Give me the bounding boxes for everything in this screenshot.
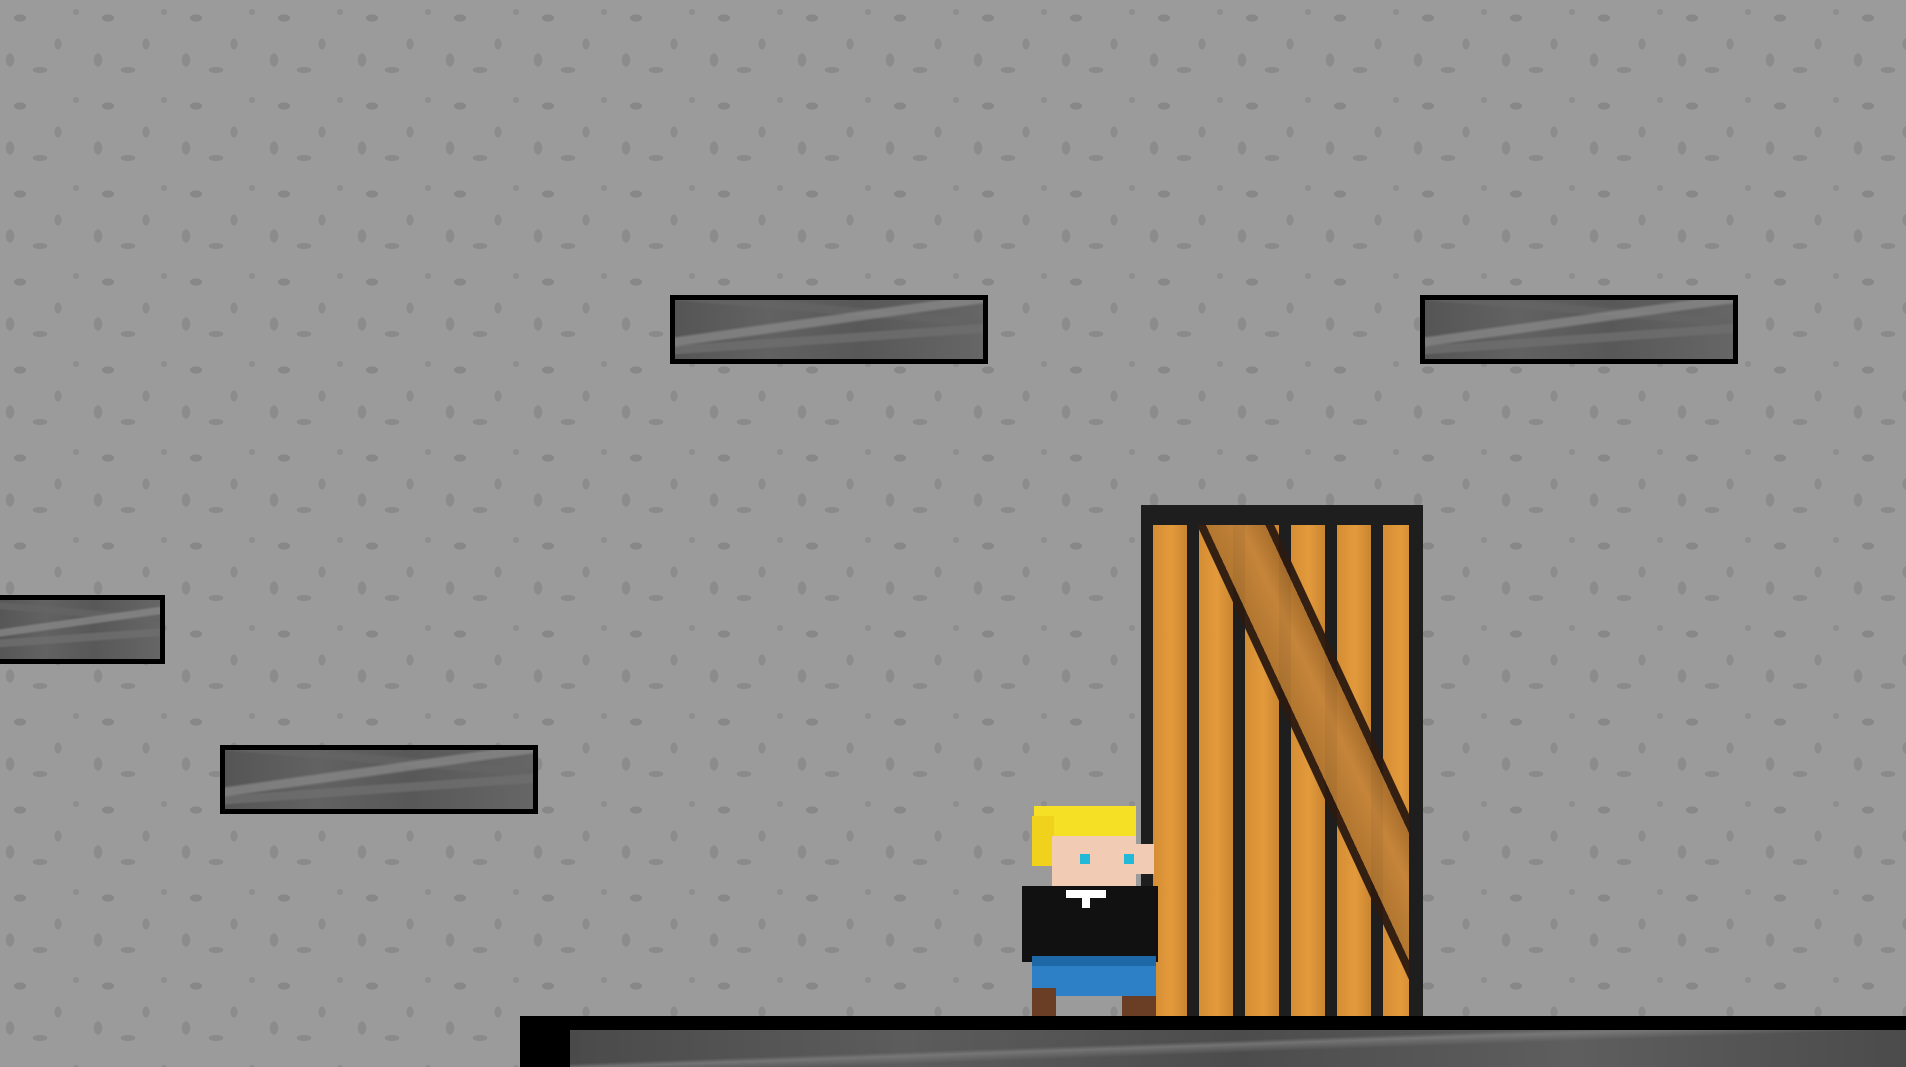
game-scene bbox=[0, 0, 1906, 1067]
hero-hand bbox=[1136, 844, 1154, 874]
door-planks bbox=[1153, 525, 1409, 1022]
door-brace bbox=[1183, 525, 1409, 1022]
hero-face bbox=[1052, 836, 1136, 892]
hero-eye-left bbox=[1080, 854, 1090, 864]
ledge-lower-left bbox=[220, 745, 538, 814]
ledge-upper-right bbox=[1420, 295, 1738, 364]
wooden-door[interactable] bbox=[1141, 505, 1423, 1036]
hero-boot-left bbox=[1032, 988, 1056, 1016]
ground-floor bbox=[520, 1016, 1906, 1067]
hero-hair-side bbox=[1032, 816, 1054, 866]
hero-collar-stem bbox=[1082, 898, 1090, 908]
player-character[interactable] bbox=[1022, 806, 1162, 1016]
hero-pants-shade bbox=[1032, 956, 1156, 966]
ledge-left-edge bbox=[0, 595, 165, 664]
hero-boot-right bbox=[1122, 996, 1156, 1016]
hero-eye-right bbox=[1124, 854, 1134, 864]
hero-collar bbox=[1066, 890, 1106, 898]
ledge-upper-left bbox=[670, 295, 988, 364]
ground-surface bbox=[570, 1030, 1906, 1067]
